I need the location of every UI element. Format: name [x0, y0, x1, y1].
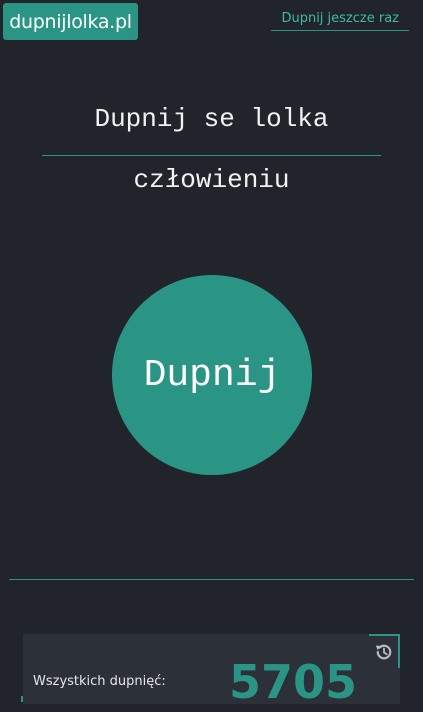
- history-icon: [375, 644, 391, 660]
- headline-divider: [42, 155, 381, 156]
- site-logo[interactable]: dupnijlolka.pl: [3, 3, 138, 40]
- subline: człowieniu: [133, 165, 290, 195]
- section-divider: [9, 579, 414, 580]
- dupnij-button[interactable]: Dupnij: [112, 275, 312, 475]
- headline: Dupnij se lolka: [94, 104, 329, 134]
- total-dupniec-label: Wszystkich dupnięć:: [33, 674, 166, 689]
- history-button[interactable]: [369, 634, 400, 668]
- again-link[interactable]: Dupnij jeszcze raz: [271, 11, 409, 31]
- stats-card-corner-accent: [21, 696, 23, 702]
- total-dupniec-count: 5705: [229, 655, 358, 709]
